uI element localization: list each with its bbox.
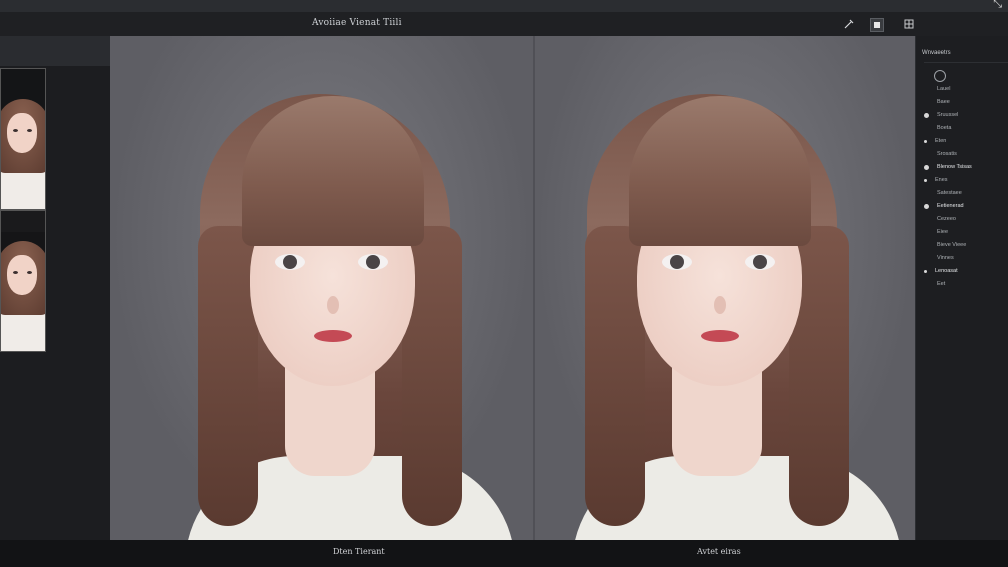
panel-item-label: Sruussel [937,112,959,118]
panel-item[interactable]: Enes [924,177,948,183]
thumbnail-1[interactable] [0,68,46,210]
bullet-icon [924,152,929,157]
thumbnail-2[interactable] [0,210,46,352]
bullet-icon [924,112,929,118]
circle-icon[interactable] [934,70,946,82]
bullet-icon [924,203,929,209]
panel-item[interactable]: Lauel [924,86,950,92]
before-label: Dten Tierant [333,547,385,556]
bullet-icon [924,230,929,235]
bullet-icon [924,126,929,131]
toolbar: Avoiiae Vienat Tiili [0,12,1008,36]
panel-item[interactable]: Eten [924,138,946,144]
bullet-icon [924,256,929,261]
grid-icon[interactable] [902,17,916,31]
status-bar: Dten Tierant Avtet eiras [0,540,1008,567]
bullet-icon [924,164,929,170]
bullet-icon [924,178,927,182]
image-canvas[interactable] [110,36,915,540]
panel-item-label: Baee [937,99,950,105]
panel-item[interactable]: Eiee [924,229,948,235]
panel-item[interactable]: Satestaee [924,190,962,196]
panel-item[interactable]: Boeta [924,125,951,131]
document-title: Avoiiae Vienat Tiili [312,18,402,28]
bullet-icon [924,87,929,92]
bullet-icon [924,282,929,287]
panel-item[interactable]: Bieve Vieee [924,242,966,248]
bullet-icon [924,269,927,273]
thumbnail-header [0,36,110,66]
panel-item[interactable]: Sruussel [924,112,958,118]
before-image [110,36,533,540]
panel-item[interactable]: Eetienerad [924,203,964,209]
panel-item[interactable]: Srosatis [924,151,957,157]
panel-item-label: Eten [935,138,947,144]
panel-item-label: Lenoasat [935,268,958,274]
properties-panel: Wnvaeetrs Lauel Baee Sruussel Boeta Eten Sros… [915,36,1008,540]
panel-item-label: Satestaee [937,190,962,196]
panel-item-label: Enes [935,177,948,183]
square-icon[interactable] [870,18,884,32]
bullet-icon [924,100,929,105]
bullet-icon [924,139,927,143]
panel-header: Wnvaeetrs [922,50,951,56]
panel-item[interactable]: Cezeeo [924,216,956,222]
after-image [535,36,915,540]
panel-item-label: Eiee [937,229,949,235]
panel-item[interactable]: Blenow Tsisas [924,164,972,170]
panel-item-label: Eetienerad [937,203,964,209]
wand-icon[interactable] [842,17,856,31]
panel-item-label: Boeta [937,125,952,131]
panel-item-label: Vinnes [937,255,954,261]
panel-item[interactable]: Lenoasat [924,268,958,274]
panel-item[interactable]: Vinnes [924,255,954,261]
panel-item-label: Lauel [937,86,951,92]
bullet-icon [924,243,929,248]
panel-item-label: Cezeeo [937,216,956,222]
panel-item[interactable]: Baee [924,99,950,105]
after-label: Avtet eiras [697,547,741,556]
panel-item-label: Bieve Vieee [937,242,967,248]
panel-item-label: Srosatis [937,151,957,157]
resize-icon[interactable]: ⤡ [993,0,1002,11]
panel-item-label: Eet [937,281,946,287]
thumbnail-strip [0,66,110,540]
bullet-icon [924,191,929,196]
panel-item[interactable]: Eet [924,281,945,287]
panel-item-label: Blenow Tsisas [937,164,972,170]
bullet-icon [924,217,929,222]
